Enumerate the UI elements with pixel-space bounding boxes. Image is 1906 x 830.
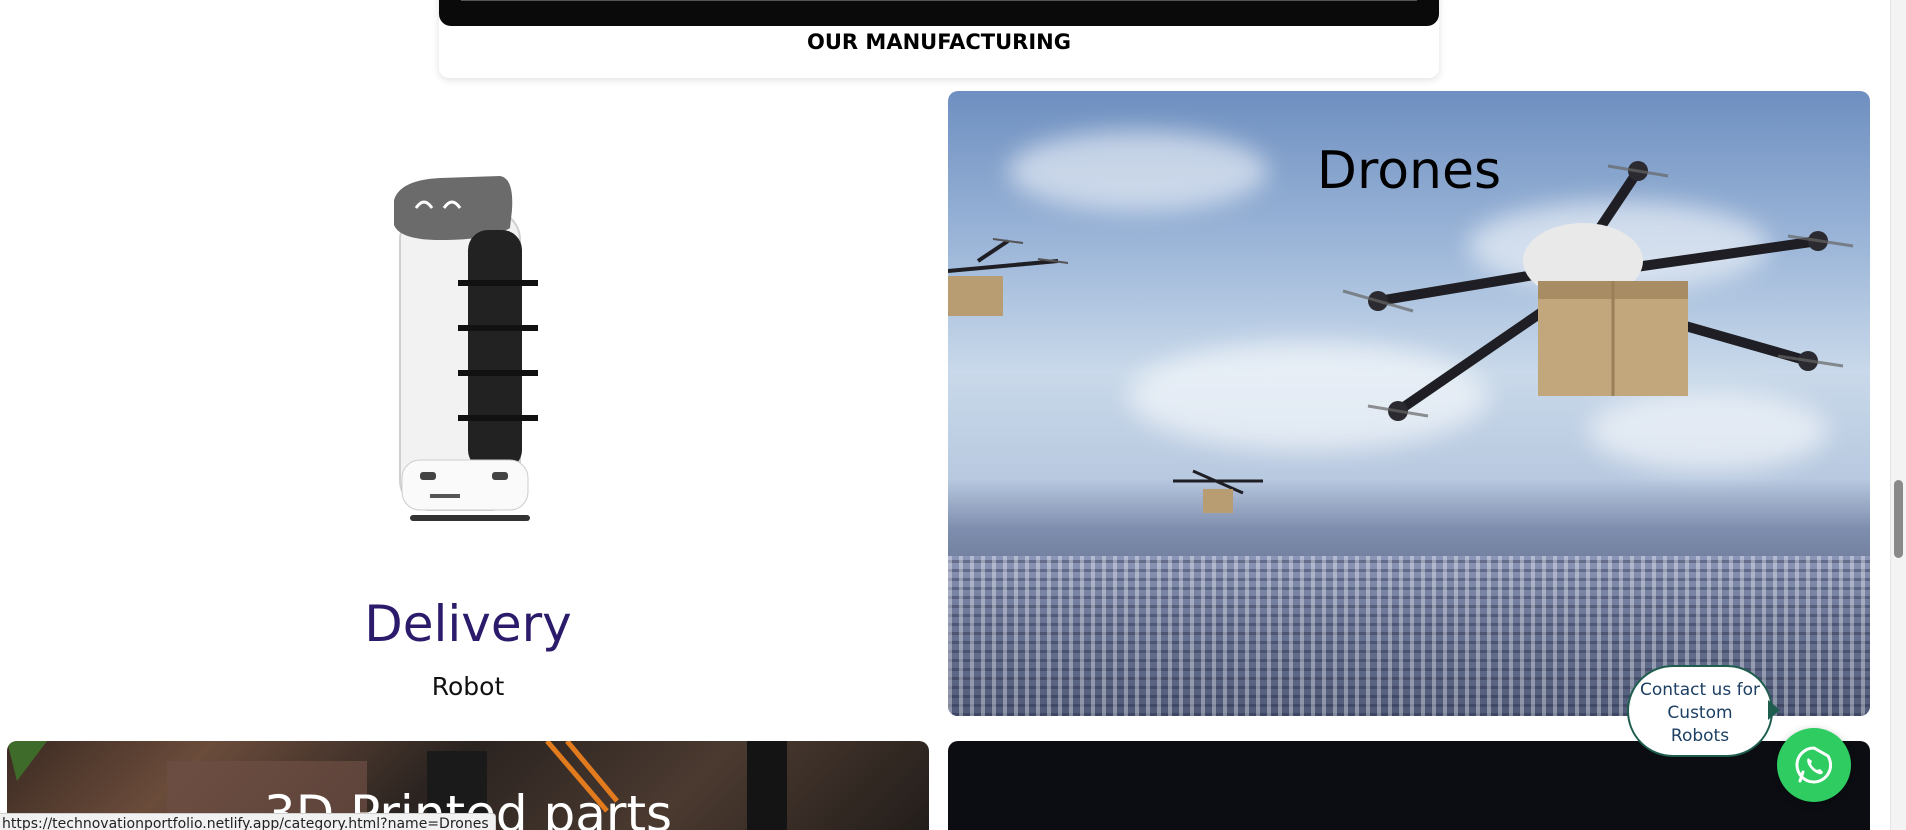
delivery-subtitle: Robot — [431, 672, 505, 701]
drones-card[interactable]: Drones — [948, 91, 1870, 716]
manufacturing-title: OUR MANUFACTURING — [807, 30, 1071, 54]
delivery-robot-image — [394, 176, 538, 521]
contact-line: Custom — [1667, 703, 1733, 723]
drone-small-image — [948, 238, 1068, 316]
contact-line: Robots — [1670, 726, 1730, 746]
manufacturing-video[interactable] — [439, 0, 1439, 26]
status-bar-url: https://technovationportfolio.netlify.ap… — [0, 813, 496, 830]
drone-tiny-image — [1173, 469, 1263, 513]
scrollbar-thumb[interactable] — [1894, 480, 1903, 558]
contact-line: Contact us for — [1640, 680, 1760, 700]
page-scrollbar[interactable] — [1890, 0, 1906, 830]
whatsapp-icon — [1795, 746, 1833, 784]
delivery-title: Delivery — [364, 595, 572, 653]
video-progress-bar[interactable] — [461, 0, 1417, 1]
bubble-tail — [1768, 700, 1780, 720]
drones-title: Drones — [1316, 141, 1502, 201]
whatsapp-button[interactable] — [1777, 728, 1851, 802]
manufacturing-card[interactable]: OUR MANUFACTURING — [439, 0, 1439, 78]
contact-custom-robots-bubble[interactable]: Contact us for Custom Robots — [1627, 665, 1773, 757]
delivery-robot-card[interactable]: Delivery Robot — [0, 90, 936, 715]
